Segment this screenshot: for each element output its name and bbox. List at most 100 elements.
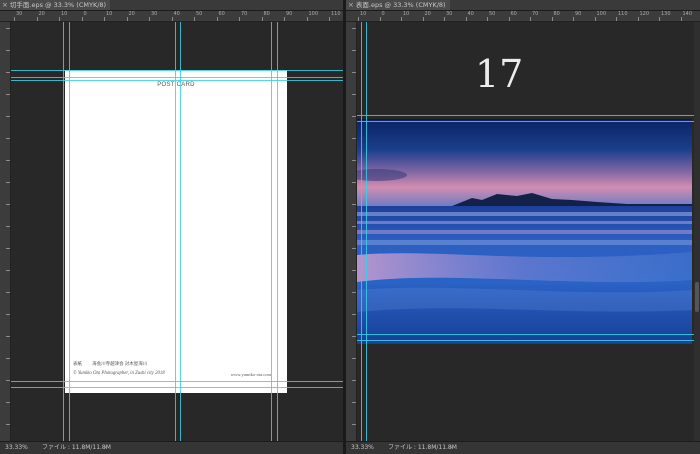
ruler-tick — [59, 17, 60, 21]
guide-horizontal[interactable] — [11, 387, 343, 388]
ruler-label: 140 — [682, 11, 693, 17]
ruler-tick — [81, 17, 83, 21]
ruler-tick — [194, 17, 195, 21]
horizontal-ruler[interactable]: 30 20 10 0 10 20 30 40 50 60 70 80 90 100 110 — [0, 11, 343, 22]
ruler-tick — [637, 17, 639, 21]
zoom-level[interactable]: 33.33% — [351, 442, 374, 454]
guide-horizontal[interactable] — [11, 381, 343, 382]
guide-vertical[interactable] — [63, 22, 64, 442]
ruler-label: 10 — [360, 11, 367, 17]
ruler-tick — [352, 314, 356, 315]
ruler-tick — [6, 226, 10, 227]
tab-bar: × 表面.eps @ 33.3% (CMYK/8) — [346, 0, 700, 11]
document-window-left[interactable]: × 切手面.eps @ 33.3% (CMYK/8) 30 20 10 0 10 20 30… — [0, 0, 343, 454]
file-info[interactable]: ファイル : 11.8M/11.8M — [388, 442, 457, 454]
close-icon[interactable]: × — [2, 0, 8, 10]
guide-horizontal[interactable] — [11, 77, 343, 78]
ruler-label: 0 — [83, 11, 87, 17]
ruler-tick — [616, 17, 617, 21]
ruler-label: 50 — [196, 11, 203, 17]
ruler-tick — [14, 17, 15, 21]
ruler-tick — [352, 402, 356, 403]
horizontal-ruler[interactable]: 10 0 10 20 30 40 50 60 70 80 90 100 110 120 130 140 — [346, 11, 700, 22]
postcard-copyright: © Yumiko Ota Photographer, in Zushi city… — [73, 371, 165, 376]
ruler-tick — [594, 17, 596, 21]
tab-bar: × 切手面.eps @ 33.3% (CMYK/8) — [0, 0, 343, 11]
ruler-label: 110 — [618, 11, 628, 17]
guide-vertical[interactable] — [175, 22, 176, 442]
document-tab-left[interactable]: × 切手面.eps @ 33.3% (CMYK/8) — [0, 0, 111, 10]
ruler-label: 60 — [510, 11, 517, 17]
ruler-tick — [680, 17, 682, 21]
ruler-tick — [352, 138, 356, 139]
seascape-photo — [357, 119, 692, 344]
ruler-tick — [352, 270, 356, 271]
close-icon[interactable]: × — [348, 0, 354, 10]
document-tab-right[interactable]: × 表面.eps @ 33.3% (CMYK/8) — [346, 0, 450, 10]
vertical-ruler[interactable] — [346, 22, 357, 442]
ruler-tick — [422, 17, 424, 21]
ruler-tick — [352, 424, 356, 425]
guide-vertical[interactable] — [361, 22, 362, 442]
guide-horizontal[interactable] — [11, 80, 343, 81]
canvas-area[interactable]: 17 — [357, 22, 700, 442]
guide-horizontal[interactable] — [357, 334, 700, 335]
vertical-scrollbar[interactable] — [694, 22, 700, 442]
ruler-tick — [6, 94, 10, 95]
ruler-label: 130 — [661, 11, 671, 17]
ruler-tick — [573, 17, 574, 21]
guide-horizontal[interactable] — [357, 121, 700, 122]
ruler-label: 40 — [467, 11, 474, 17]
ruler-tick — [352, 380, 356, 381]
zoom-level[interactable]: 33.33% — [5, 442, 28, 454]
ruler-tick — [6, 248, 10, 249]
ruler-label: 40 — [173, 11, 180, 17]
ruler-tick — [6, 138, 10, 139]
scrollbar-thumb[interactable] — [695, 282, 699, 312]
ruler-label: 10 — [403, 11, 410, 17]
page-number: 17 — [475, 52, 524, 96]
ruler-tick — [659, 17, 660, 21]
tab-title: 表面.eps @ 33.3% (CMYK/8) — [355, 1, 446, 9]
guide-vertical[interactable] — [366, 22, 367, 442]
ruler-label: 70 — [241, 11, 248, 17]
ruler-tick — [6, 314, 10, 315]
ruler-tick — [6, 72, 10, 73]
document-window-right[interactable]: × 表面.eps @ 33.3% (CMYK/8) 10 0 10 20 30 40 50 6… — [346, 0, 700, 454]
chevron-right-icon[interactable]: › — [104, 442, 106, 454]
ruler-label: 80 — [263, 11, 270, 17]
ruler-tick — [352, 358, 356, 359]
ruler-tick — [6, 336, 10, 337]
guide-horizontal[interactable] — [357, 115, 700, 116]
ruler-tick — [352, 94, 356, 95]
guide-vertical[interactable] — [271, 22, 272, 442]
ruler-tick — [551, 17, 553, 21]
guide-vertical[interactable] — [277, 22, 278, 442]
ruler-tick — [216, 17, 218, 21]
ruler-tick — [352, 28, 356, 29]
vertical-ruler[interactable] — [0, 22, 11, 442]
ruler-tick — [284, 17, 285, 21]
guide-vertical[interactable] — [180, 22, 181, 442]
ruler-tick — [171, 17, 173, 21]
postcard-url: www.yumiko-ota.com — [230, 372, 271, 377]
ruler-tick — [6, 424, 10, 425]
guide-vertical[interactable] — [69, 22, 70, 442]
ruler-tick — [508, 17, 510, 21]
status-bar: 33.33% ファイル : 11.8M/11.8M › — [346, 441, 700, 454]
tab-title: 切手面.eps @ 33.3% (CMYK/8) — [9, 1, 107, 9]
ruler-label: 80 — [553, 11, 560, 17]
ruler-label: 20 — [38, 11, 45, 17]
ruler-tick — [352, 204, 356, 205]
chevron-right-icon[interactable]: › — [450, 442, 452, 454]
canvas-area[interactable]: POST CARD 表紙 海会川寺越津会 対木屋海川 © Yumiko Ota … — [11, 22, 343, 442]
ruler-tick — [6, 380, 10, 381]
guide-horizontal[interactable] — [357, 340, 700, 341]
ruler-tick — [530, 17, 531, 21]
guide-horizontal[interactable] — [11, 70, 343, 71]
ruler-tick — [352, 336, 356, 337]
status-bar: 33.33% ファイル : 11.8M/11.8M › — [0, 441, 343, 454]
file-info[interactable]: ファイル : 11.8M/11.8M — [42, 442, 111, 454]
postcard-caption: 表紙 海会川寺越津会 対木屋海川 — [73, 361, 148, 366]
ruler-tick — [126, 17, 128, 21]
